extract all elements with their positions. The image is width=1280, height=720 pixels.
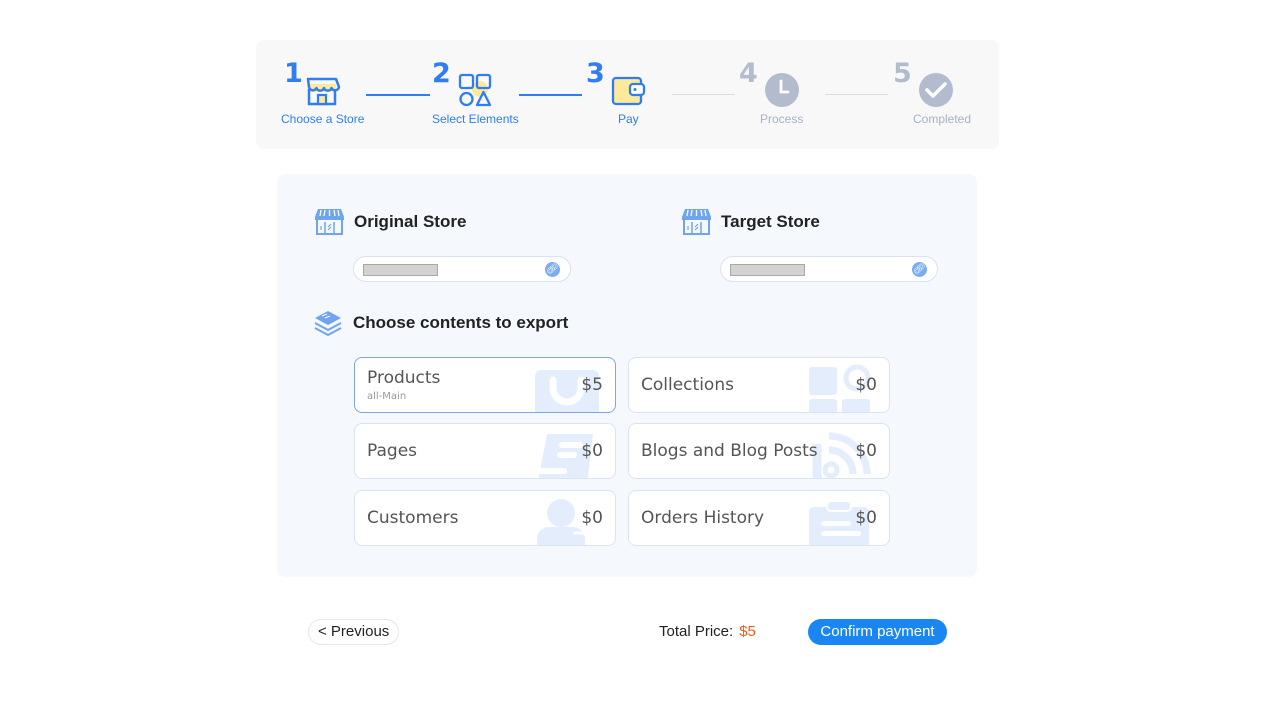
link-icon[interactable]: 🔗︎ xyxy=(545,262,560,277)
step-label: Pay xyxy=(618,112,639,126)
check-circle-icon xyxy=(919,73,953,107)
option-name: Pages xyxy=(367,441,418,461)
total-price-label: Total Price: xyxy=(659,623,734,640)
option-price: $0 xyxy=(581,441,603,461)
export-option-products[interactable]: Products all-Main $5 xyxy=(354,357,616,413)
option-price: $0 xyxy=(855,441,877,461)
step-number: 3 xyxy=(586,58,605,89)
step-label: Completed xyxy=(913,112,972,126)
step-connector xyxy=(366,94,430,96)
option-name: Blogs and Blog Posts xyxy=(641,441,818,461)
export-option-customers[interactable]: Customers $0 xyxy=(354,490,616,546)
redacted-store-name xyxy=(730,264,805,276)
step-label: Choose a Store xyxy=(281,112,365,126)
link-icon[interactable]: 🔗︎ xyxy=(912,262,927,277)
option-price: $0 xyxy=(855,375,877,395)
option-price: $0 xyxy=(581,508,603,528)
target-store-field[interactable]: 🔗︎ xyxy=(720,256,938,282)
step-number: 1 xyxy=(284,58,303,89)
step-select-elements: 2 Select Elements xyxy=(426,40,526,149)
step-number: 2 xyxy=(432,58,451,89)
step-completed: 5 Completed xyxy=(886,40,996,149)
total-price-amount: $5 xyxy=(739,623,756,640)
step-pay: 3 Pay xyxy=(584,40,654,149)
original-store-field[interactable]: 🔗︎ xyxy=(353,256,571,282)
option-price: $5 xyxy=(581,375,603,395)
step-label: Select Elements xyxy=(432,112,519,126)
option-subtitle: all-Main xyxy=(367,391,407,402)
export-option-blogs[interactable]: Blogs and Blog Posts $0 xyxy=(628,423,890,479)
step-label: Process xyxy=(760,112,804,126)
redacted-store-name xyxy=(363,264,438,276)
step-connector xyxy=(519,94,582,96)
confirm-payment-button[interactable]: Confirm payment xyxy=(808,619,947,645)
previous-button[interactable]: < Previous xyxy=(308,619,400,645)
target-store-title: Target Store xyxy=(721,211,820,231)
export-title: Choose contents to export xyxy=(353,313,569,332)
original-store-title: Original Store xyxy=(354,211,467,231)
total-price: Total Price: $5 xyxy=(659,623,756,640)
export-option-pages[interactable]: Pages $0 xyxy=(354,423,616,479)
step-process: 4 Process xyxy=(732,40,812,149)
storefront-icon xyxy=(315,209,344,235)
option-name: Products xyxy=(367,368,441,388)
option-name: Customers xyxy=(367,508,459,528)
option-name: Collections xyxy=(641,375,734,395)
progress-stepper: 1 Choose a Store 2 Select Elements 3 Pay… xyxy=(256,40,999,149)
storefront-icon xyxy=(682,209,711,235)
shapes-icon xyxy=(458,73,492,107)
step-number: 5 xyxy=(893,58,912,89)
store-icon xyxy=(306,77,341,106)
layers-icon xyxy=(314,311,342,337)
clock-icon xyxy=(765,73,799,107)
export-header: Choose contents to export xyxy=(313,309,568,337)
step-connector xyxy=(672,94,735,95)
step-number: 4 xyxy=(739,58,758,89)
wallet-icon xyxy=(611,76,646,106)
export-option-collections[interactable]: Collections $0 xyxy=(628,357,890,413)
option-name: Orders History xyxy=(641,508,765,528)
export-option-orders[interactable]: Orders History $0 xyxy=(628,490,890,546)
option-price: $0 xyxy=(855,508,877,528)
step-connector xyxy=(825,94,888,95)
target-store-header: Target Store xyxy=(682,208,820,235)
original-store-header: Original Store xyxy=(315,208,466,235)
